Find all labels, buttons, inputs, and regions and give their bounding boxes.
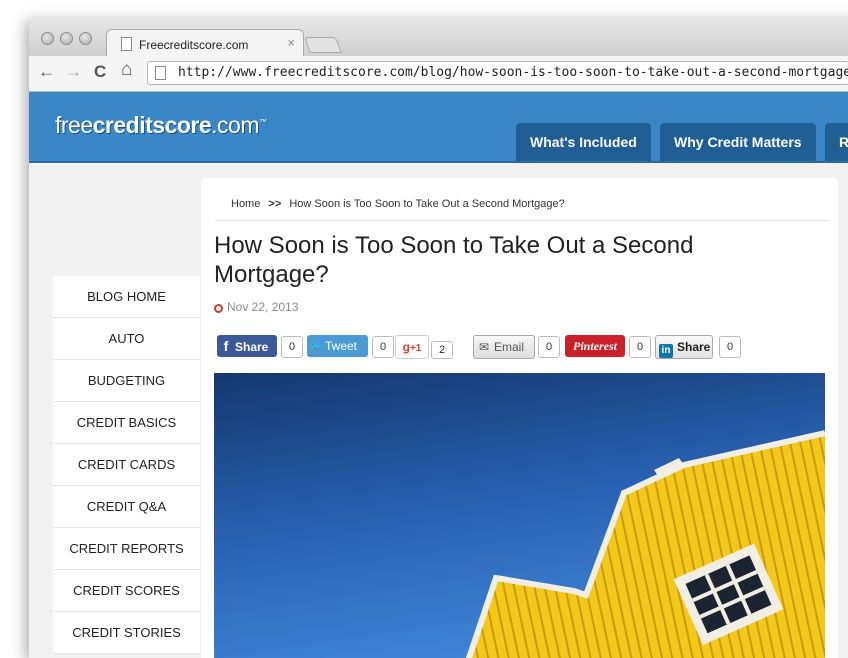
- breadcrumb: Home >> How Soon is Too Soon to Take Out…: [231, 198, 565, 210]
- facebook-share-count: 0: [281, 336, 303, 358]
- home-icon[interactable]: ⌂: [121, 59, 132, 81]
- email-share-label: Email: [494, 340, 525, 354]
- site-logo[interactable]: freecreditscore.com™: [55, 112, 267, 139]
- logo-text: credit: [92, 112, 153, 138]
- facebook-icon: f: [223, 338, 229, 354]
- envelope-icon: ✉: [478, 340, 490, 354]
- sidebar-item-credit-stories[interactable]: CREDIT STORIES: [53, 612, 200, 654]
- facebook-share-label: Share: [235, 340, 269, 354]
- zoom-window-button[interactable]: [79, 32, 92, 45]
- article-title: How Soon is Too Soon to Take Out a Secon…: [214, 232, 694, 288]
- logo-text: score: [152, 112, 212, 138]
- twitter-tweet-label: Tweet: [325, 339, 358, 353]
- sidebar-item-credit-cards[interactable]: CREDIT CARDS: [53, 444, 200, 486]
- facebook-share-button[interactable]: f Share: [217, 335, 277, 357]
- logo-trademark: ™: [259, 117, 267, 127]
- forward-arrow-icon[interactable]: →: [65, 62, 82, 82]
- sidebar-item-credit-scores[interactable]: CREDIT SCORES: [53, 570, 200, 612]
- nav-tab-whats-included[interactable]: What's Included: [516, 123, 651, 161]
- sidebar-item-budgeting[interactable]: BUDGETING: [53, 360, 200, 402]
- twitter-tweet-count: 0: [372, 336, 394, 358]
- tab-bar: Freecreditscore.com ×: [29, 18, 848, 57]
- breadcrumb-current: How Soon is Too Soon to Take Out a Secon…: [289, 198, 565, 210]
- twitter-bird-icon: 🐦: [309, 341, 323, 353]
- logo-text: free: [55, 112, 93, 138]
- linkedin-share-count: 0: [719, 336, 741, 358]
- back-arrow-icon[interactable]: ←: [38, 62, 55, 82]
- pinterest-count: 0: [629, 336, 651, 358]
- email-share-button[interactable]: ✉ Email: [473, 335, 535, 359]
- sidebar-item-credit-basics[interactable]: CREDIT BASICS: [53, 402, 200, 444]
- nav-tab-partial[interactable]: R: [825, 123, 848, 161]
- breadcrumb-home-link[interactable]: Home: [231, 198, 260, 210]
- site-header: freecreditscore.com™ What's Included Why…: [29, 92, 848, 163]
- address-bar[interactable]: http://www.freecreditscore.com/blog/how-…: [147, 61, 848, 85]
- divider: [215, 220, 829, 221]
- sidebar-item-auto[interactable]: AUTO: [53, 318, 200, 360]
- google-plus-icon: g: [402, 340, 410, 354]
- page-icon: [121, 37, 132, 51]
- linkedin-share-button[interactable]: in Share: [655, 335, 713, 359]
- category-sidebar: BLOG HOME AUTO BUDGETING CREDIT BASICS C…: [53, 276, 200, 654]
- close-window-button[interactable]: [41, 32, 54, 45]
- browser-tab[interactable]: Freecreditscore.com ×: [106, 29, 304, 57]
- minimize-window-button[interactable]: [60, 32, 73, 45]
- tab-title: Freecreditscore.com: [139, 38, 249, 52]
- url-text[interactable]: http://www.freecreditscore.com/blog/how-…: [178, 65, 848, 80]
- new-tab-button[interactable]: [304, 37, 342, 53]
- close-tab-icon[interactable]: ×: [287, 35, 295, 50]
- clock-icon: [214, 304, 223, 313]
- reload-icon[interactable]: C: [94, 62, 106, 82]
- logo-text: .com: [211, 112, 259, 138]
- page-icon: [155, 66, 166, 80]
- article-hero-image: [214, 373, 825, 658]
- linkedin-share-label: Share: [677, 340, 711, 354]
- article-panel: Home >> How Soon is Too Soon to Take Out…: [201, 178, 838, 658]
- google-plus-label: +1: [409, 343, 422, 354]
- google-plus-button[interactable]: g+1: [395, 335, 429, 359]
- browser-window: Freecreditscore.com × ← → C ⌂ http://www…: [29, 18, 848, 658]
- twitter-tweet-button[interactable]: 🐦 Tweet: [307, 335, 368, 357]
- browser-toolbar: ← → C ⌂ http://www.freecreditscore.com/b…: [29, 56, 848, 92]
- sidebar-item-credit-qa[interactable]: CREDIT Q&A: [53, 486, 200, 528]
- sidebar-item-credit-reports[interactable]: CREDIT REPORTS: [53, 528, 200, 570]
- sidebar-item-blog-home[interactable]: BLOG HOME: [53, 276, 200, 318]
- nav-tab-why-credit-matters[interactable]: Why Credit Matters: [660, 123, 816, 161]
- pinterest-button[interactable]: Pinterest: [565, 335, 625, 357]
- date-text: Nov 22, 2013: [227, 300, 299, 314]
- article-date: Nov 22, 2013: [214, 300, 298, 314]
- linkedin-icon: in: [659, 344, 673, 358]
- google-plus-count: 2: [431, 341, 453, 359]
- email-share-count: 0: [538, 336, 560, 358]
- breadcrumb-separator: >>: [268, 198, 282, 210]
